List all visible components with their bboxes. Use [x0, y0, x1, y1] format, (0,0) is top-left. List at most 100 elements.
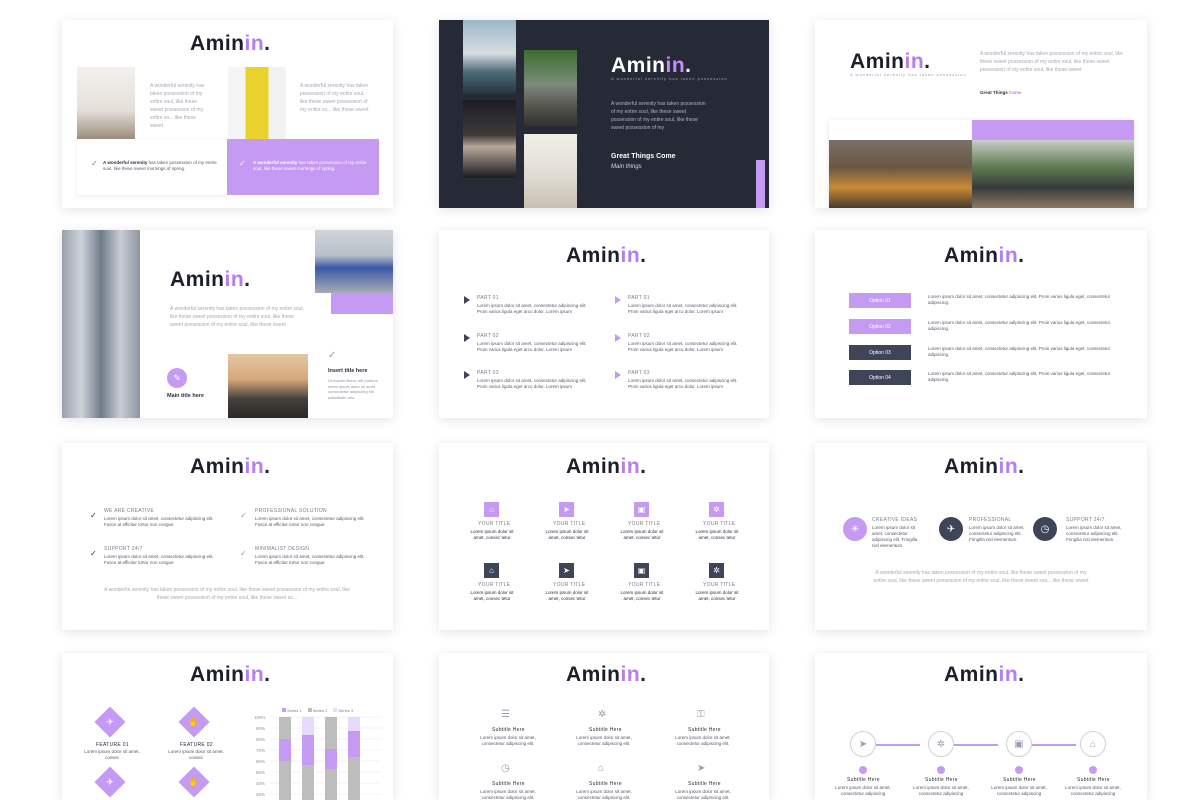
photo-interior-living	[829, 140, 972, 208]
feature-title: MINIMALIST DESIGN	[255, 546, 310, 552]
briefcase-icon: ▣	[634, 563, 649, 578]
logo: Aminin.	[170, 268, 251, 291]
check-icon: ✓	[240, 549, 247, 558]
item-text: Lorem ipsum dolor sit amet, consec tetur	[695, 590, 739, 601]
slide-2[interactable]: Aminin. A wonderful serenity has taken p…	[439, 20, 769, 208]
insert-text: Ut mauris libero, elit pretium lorem ips…	[328, 378, 378, 400]
photo-man-phone	[315, 230, 393, 293]
part-text: Lorem ipsum dolor sit amet, consectetur …	[477, 378, 587, 389]
logo: Aminin.	[566, 455, 647, 478]
arrow-icon	[464, 371, 470, 379]
bar-segment-series-2	[325, 717, 337, 749]
stopwatch-icon: ◷	[1033, 517, 1057, 541]
subtitle: Subtitle Here	[492, 727, 525, 733]
part-title: PART 01	[628, 295, 650, 301]
main-title: Main title here	[167, 393, 204, 399]
slide-1[interactable]: Aminin. A wonderful serenity has taken p…	[62, 20, 393, 208]
settings-icon: ✲	[598, 709, 607, 720]
photo-white-room	[77, 67, 135, 139]
feature-text-left: A wonderful serenity has taken possessio…	[103, 160, 217, 171]
subtitle-text: Lorem ipsum dolor sit amet, consectetur …	[480, 735, 536, 746]
link-great-things[interactable]: Great Things Come	[980, 90, 1022, 95]
option-text: Lorem ipsum dolor sit amet, consectetur …	[928, 346, 1111, 357]
subtitle: Subtitle Here	[1077, 777, 1110, 783]
send-icon: ➤	[559, 502, 574, 517]
tagline: A wonderful serenity has taken possessio…	[850, 72, 967, 77]
logo: Aminin.	[190, 32, 271, 55]
part-title: PART 03	[628, 370, 650, 376]
item-title: YOUR TITLE	[478, 521, 511, 527]
slide-3[interactable]: Aminin. A wonderful serenity has taken p…	[815, 20, 1147, 208]
feature-text: Lorem ipsum dolor sit amet, consec	[84, 749, 140, 760]
feature-text: Lorem ipsum dolor sit amet, consectetur …	[255, 554, 365, 565]
part-title: PART 03	[477, 370, 499, 376]
logo: Aminin.	[944, 244, 1025, 267]
paragraph: A wonderful serenity has taken possessio…	[980, 51, 1123, 73]
timeline-dot	[1015, 766, 1023, 774]
subtitle-text: Lorem ipsum dolor sit amet, consectetur …	[576, 735, 632, 746]
slide-7[interactable]: Aminin. ✓ WE ARE CREATIVE Lorem ipsum do…	[62, 443, 393, 630]
timeline-connector	[954, 744, 998, 746]
slide-4[interactable]: Aminin. A wonderful serenity has taken p…	[62, 230, 393, 418]
option-02-button[interactable]: Option 02	[849, 319, 911, 334]
bar-segment-series-1	[325, 749, 337, 769]
item-text: Lorem ipsum dolor sit amet, consec tetur	[545, 529, 589, 540]
option-03-button[interactable]: Option 03	[849, 345, 911, 360]
bar-segment-series-2	[302, 765, 314, 800]
item-text: Lorem ipsum dolor sit amet, consec tetur	[470, 529, 514, 540]
feature-bar-right: ✓ A wonderful serenity has taken possess…	[227, 139, 379, 195]
check-icon: ✓	[239, 159, 246, 168]
slide-11[interactable]: Aminin. ☰ Subtitle Here Lorem ipsum dolo…	[439, 653, 769, 800]
bar-segment-series-2	[279, 761, 291, 800]
y-tick-label: 40%	[256, 781, 265, 786]
paragraph: A wonderful serenity has taken possessio…	[104, 587, 350, 601]
send-icon: ➤	[850, 731, 876, 757]
check-icon: ✓	[328, 350, 337, 361]
arrow-icon	[464, 296, 470, 304]
logo: Aminin.	[944, 455, 1025, 478]
item-text: Lorem ipsum dolor sit amet, consec tetur	[695, 529, 739, 540]
subtitle: Subtitle Here	[688, 781, 721, 787]
y-tick-label: 30%	[256, 792, 265, 797]
option-text: Lorem ipsum dolor sit amet, consectetur …	[928, 294, 1111, 305]
photo-woman-chair	[463, 100, 516, 178]
subtitle: Subtitle Here	[492, 781, 525, 787]
feature-title: WE ARE CREATIVE	[104, 508, 154, 514]
slide-10[interactable]: Aminin. ✈ FEATURE 01 Lorem ipsum dolor s…	[62, 653, 393, 800]
slide-12[interactable]: Aminin. ➤ Subtitle Here Lorem ipsum dolo…	[815, 653, 1147, 800]
feature-bar-left: ✓ A wonderful serenity has taken possess…	[77, 139, 227, 195]
feature-text-right: A wonderful serenity has taken possessio…	[253, 160, 367, 171]
clock-icon: ◷	[501, 763, 510, 774]
part-text: Lorem ipsum dolor sit amet, consectetur …	[628, 341, 738, 352]
accent-block	[331, 293, 393, 314]
photo-interior-lounge	[972, 140, 1134, 208]
part-title: PART 01	[477, 295, 499, 301]
bar-segment-series-2	[279, 717, 291, 739]
handshake-icon: ✋	[178, 766, 210, 798]
arrow-icon	[615, 296, 621, 304]
sliders-icon: ☰	[501, 709, 510, 720]
handshake-icon: ✋	[178, 706, 210, 738]
subtitle-text: Lorem ipsum dolor sit amet, consectetur …	[1065, 785, 1121, 796]
tagline: A wonderful serenity has taken possessio…	[611, 76, 728, 81]
part-text: Lorem ipsum dolor sit amet, consectetur …	[628, 378, 738, 389]
feature-text: Lorem ipsum dolor sit amet, consectetur …	[1066, 525, 1122, 542]
logo: Aminin.	[190, 455, 271, 478]
part-text: Lorem ipsum dolor sit amet, consectetur …	[477, 303, 587, 314]
part-title: PART 02	[477, 333, 499, 339]
rocket-icon: ✈	[94, 706, 126, 738]
check-icon: ✓	[90, 549, 97, 558]
slide-8[interactable]: Aminin. ⌂ YOUR TITLE Lorem ipsum dolor s…	[439, 443, 769, 630]
rocket-icon: ✈	[939, 517, 963, 541]
item-text: Lorem ipsum dolor sit amet, consec tetur	[470, 590, 514, 601]
logo: Aminin.	[611, 54, 692, 77]
option-04-button[interactable]: Option 04	[849, 370, 911, 385]
feature-text: Lorem ipsum dolor sit amet, consectetur …	[104, 554, 214, 565]
slide-6[interactable]: Aminin. Option 01 Lorem ipsum dolor sit …	[815, 230, 1147, 418]
y-tick-label: 50%	[256, 770, 265, 775]
option-01-button[interactable]: Option 01	[849, 293, 911, 308]
logo: Aminin.	[566, 244, 647, 267]
item-title: YOUR TITLE	[628, 521, 661, 527]
slide-5[interactable]: Aminin. PART 01 Lorem ipsum dolor sit am…	[439, 230, 769, 418]
slide-9[interactable]: Aminin. ☀ CREATIVE IDEAS Lorem ipsum dol…	[815, 443, 1147, 630]
